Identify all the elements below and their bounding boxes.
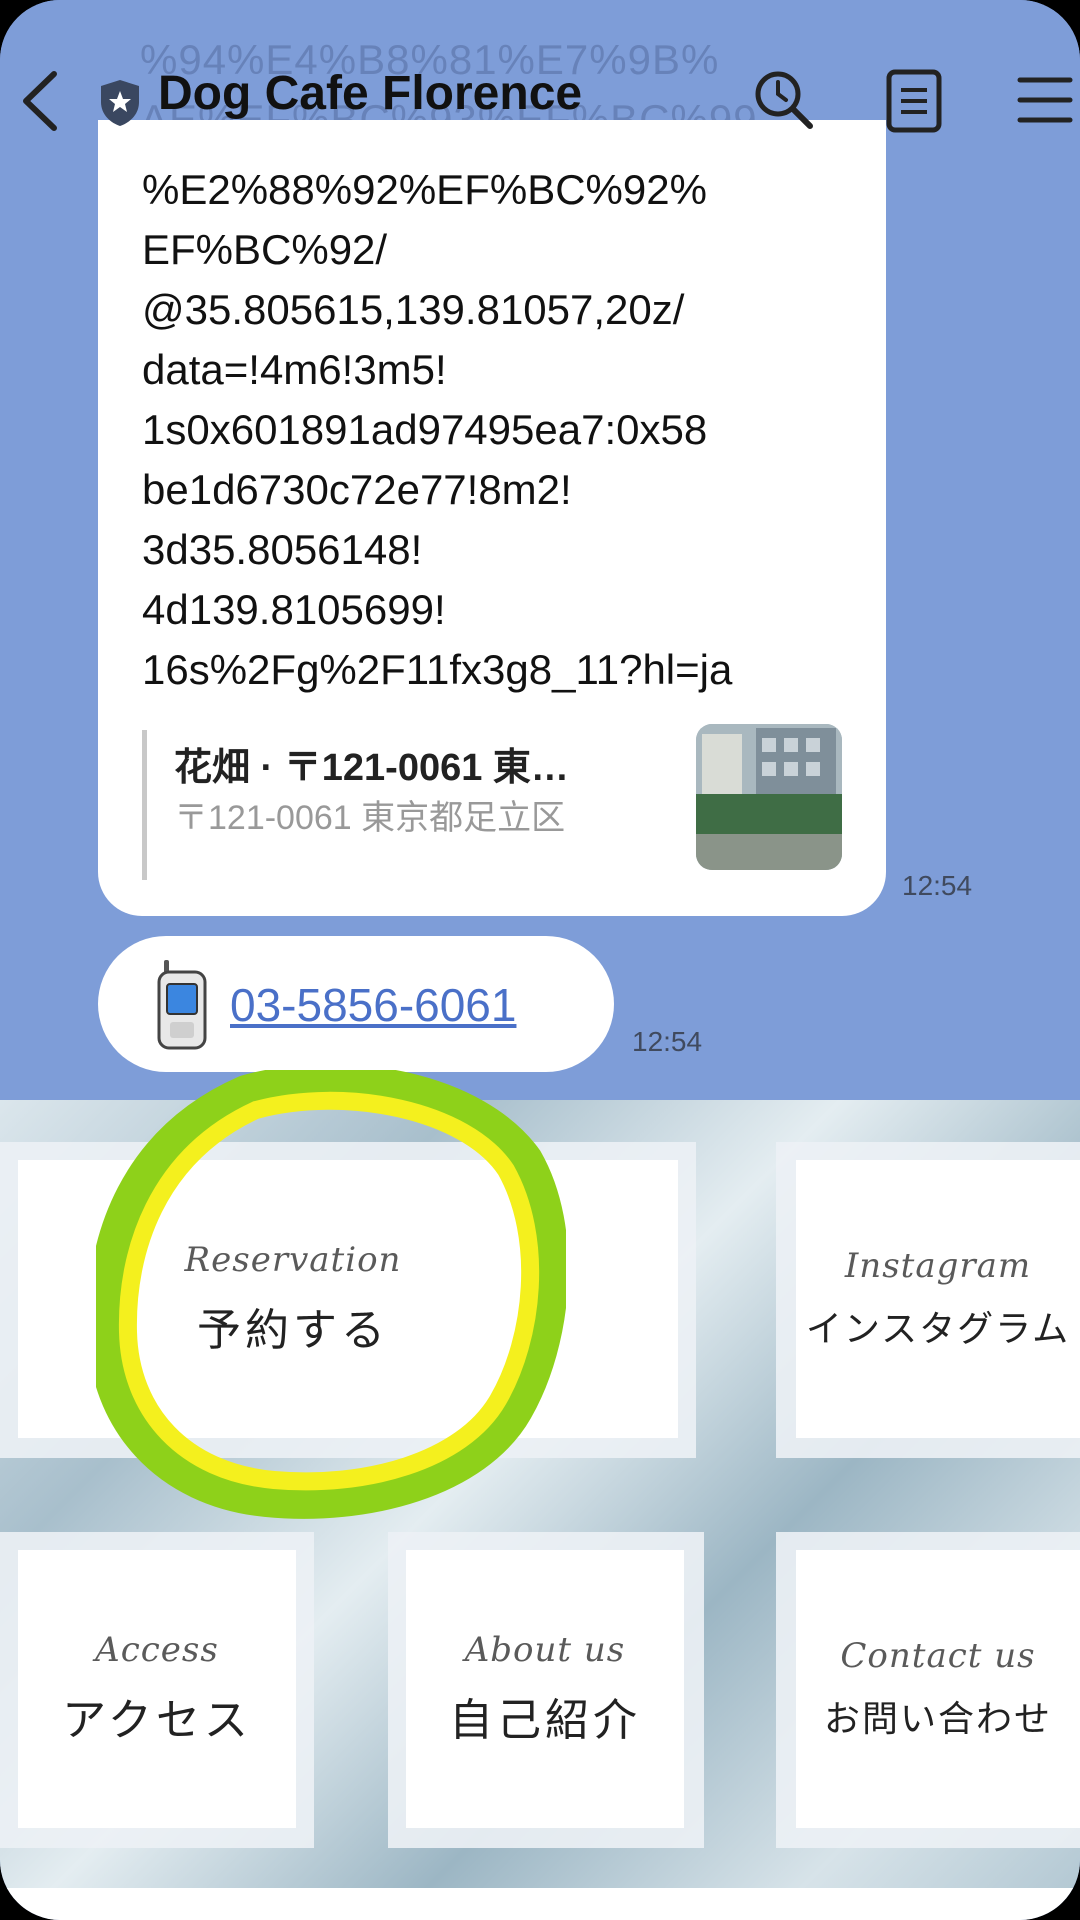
chat-title: Dog Cafe Florence (158, 67, 583, 120)
search-button[interactable] (748, 64, 818, 134)
contact-label-jp: お問い合わせ (823, 1699, 1052, 1740)
message-line: 1s0x601891ad97495ea7:0x58 (142, 406, 708, 453)
notes-icon (886, 69, 942, 133)
message-line: be1d6730c72e77!8m2! (142, 466, 572, 513)
contact-button[interactable]: Contact us お問い合わせ (796, 1550, 1080, 1828)
message-bubble[interactable]: %E2%88%92%EF%BC%92% EF%BC%92/ @35.805615… (98, 120, 886, 916)
back-icon (23, 71, 57, 131)
contact-label-en: Contact us (840, 1636, 1036, 1676)
menu-button[interactable] (1016, 72, 1074, 128)
back-button[interactable] (14, 66, 70, 136)
message-line: 4d139.8105699! (142, 586, 446, 633)
notes-button[interactable] (884, 68, 944, 134)
message-text[interactable]: %E2%88%92%EF%BC%92% EF%BC%92/ @35.805615… (142, 160, 862, 700)
access-button[interactable]: Access アクセス (18, 1550, 296, 1828)
preview-address: 〒121-0061 東京都足立区 (174, 799, 566, 837)
chat-header: Dog Cafe Florence (0, 40, 1080, 160)
reservation-button[interactable]: Reservation 予約する (18, 1160, 678, 1438)
rich-menu: Reservation 予約する Instagram インスタグラム Acces… (0, 1100, 1080, 1890)
preview-title: 花畑 · 〒121-0061 東… (174, 747, 569, 789)
preview-thumbnail[interactable] (696, 724, 842, 870)
instagram-label-en: Instagram (844, 1246, 1032, 1286)
link-preview[interactable]: 花畑 · 〒121-0061 東… 〒121-0061 東京都足立区 (142, 724, 842, 880)
message-line: %E2%88%92%EF%BC%92% (142, 166, 707, 213)
access-label-en: Access (95, 1630, 219, 1670)
phone-message-bubble[interactable]: 03-5856-6061 (98, 936, 614, 1072)
reservation-label-jp: 予約する (197, 1305, 389, 1356)
about-label-en: About us (464, 1630, 626, 1670)
chat-area[interactable]: %94%E4%B8%81%E7%9B% AE%EF%BC%93%EF%BC%99… (0, 0, 1080, 1100)
bottom-edge (0, 1888, 1080, 1920)
preview-accent-bar (142, 730, 147, 880)
access-label-jp: アクセス (62, 1695, 252, 1746)
reservation-label-en: Reservation (184, 1240, 402, 1280)
shield-icon (98, 78, 142, 128)
message-time: 12:54 (902, 870, 973, 901)
message-line: 16s%2Fg%2F11fx3g8_11?hl=ja (142, 646, 733, 693)
phone-number-link[interactable]: 03-5856-6061 (230, 978, 516, 1032)
message-line: @35.805615,139.81057,20z/ (142, 286, 685, 333)
message-line: 3d35.8056148! (142, 526, 423, 573)
about-button[interactable]: About us 自己紹介 (406, 1550, 684, 1828)
mobile-phone-icon (156, 958, 210, 1050)
instagram-button[interactable]: Instagram インスタグラム (796, 1160, 1080, 1438)
menu-icon (1017, 77, 1073, 123)
instagram-label-jp: インスタグラム (805, 1309, 1071, 1350)
line-chat-screen: %94%E4%B8%81%E7%9B% AE%EF%BC%93%EF%BC%99… (0, 0, 1080, 1920)
about-label-jp: 自己紹介 (449, 1695, 641, 1746)
search-icon (755, 71, 813, 129)
phone-message-time: 12:54 (632, 1026, 703, 1057)
message-line: data=!4m6!3m5! (142, 346, 447, 393)
message-line: EF%BC%92/ (142, 226, 388, 273)
